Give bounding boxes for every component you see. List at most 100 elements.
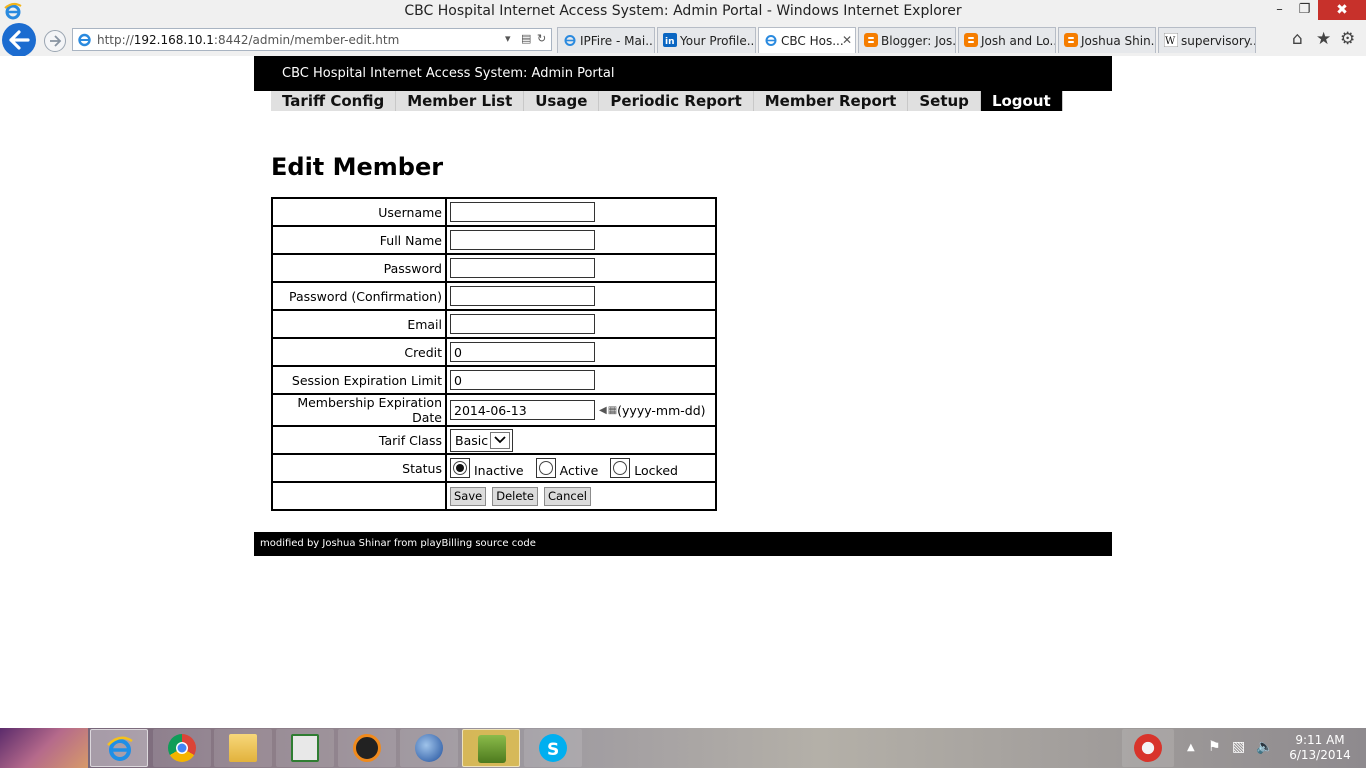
credit-input[interactable]	[450, 342, 595, 362]
close-tab-icon[interactable]: ✕	[842, 33, 852, 47]
username-label: Username	[271, 197, 447, 227]
tab-label: CBC Hos...	[781, 34, 844, 48]
tab-label: Blogger: Jos...	[881, 34, 956, 48]
taskbar-internet-explorer[interactable]	[90, 729, 148, 767]
tab-ipfire[interactable]: IPFire - Mai...	[557, 27, 655, 53]
full-name-input[interactable]	[450, 230, 595, 250]
tarif-class-select[interactable]: Basic	[450, 428, 514, 452]
status-active-label: Active	[559, 463, 599, 478]
address-bar[interactable]: http://192.168.10.1:8442/admin/member-ed…	[72, 28, 552, 51]
menu-usage[interactable]: Usage	[524, 91, 600, 111]
spreadsheet-icon	[291, 734, 319, 762]
tools-gear-icon[interactable]: ⚙	[1340, 29, 1355, 49]
minimize-button[interactable]: –	[1266, 0, 1293, 20]
tab-blogger[interactable]: Blogger: Jos...	[858, 27, 956, 53]
tab-label: supervisory...	[1181, 34, 1256, 48]
membership-expiration-date-input[interactable]	[450, 400, 595, 420]
membership-expiration-date-label: Membership Expiration Date	[271, 393, 447, 427]
system-clock[interactable]: 9:11 AM 6/13/2014	[1282, 733, 1358, 763]
restore-button[interactable]: ❐	[1291, 0, 1318, 20]
tab-cbc-hospital[interactable]: CBC Hos... ✕	[758, 27, 856, 53]
favorites-star-icon[interactable]: ★	[1316, 29, 1331, 49]
wikipedia-icon: W	[1163, 32, 1179, 48]
thunderbird-icon	[415, 734, 443, 762]
status-locked-radio[interactable]	[610, 458, 631, 478]
tab-josh-and-lo[interactable]: Josh and Lo...	[958, 27, 1056, 53]
tab-joshua-shinar[interactable]: Joshua Shin...	[1058, 27, 1156, 53]
chevron-down-icon	[490, 431, 511, 449]
status-inactive-radio[interactable]	[450, 458, 470, 478]
save-button[interactable]: Save	[450, 486, 487, 506]
email-input[interactable]	[450, 314, 595, 334]
tab-label: Joshua Shin...	[1081, 34, 1156, 48]
empty-label-cell	[271, 481, 447, 511]
main-menu: Tariff Config Member List Usage Periodic…	[271, 91, 1063, 111]
taskbar-spreadsheet[interactable]	[276, 729, 334, 767]
taskbar-skype[interactable]: S	[524, 729, 582, 767]
page-title: Edit Member	[271, 153, 444, 181]
chrome-icon	[168, 734, 196, 762]
clock-date: 6/13/2014	[1289, 748, 1351, 762]
portal-footer: modified by Joshua Shinar from playBilli…	[254, 532, 1112, 556]
calendar-icon[interactable]: ▦	[608, 405, 617, 416]
blogger-icon	[1064, 33, 1078, 47]
taskbar-network-app[interactable]	[462, 729, 520, 767]
password-confirmation-input[interactable]	[450, 286, 595, 306]
dropdown-icon[interactable]: ▾	[505, 32, 511, 45]
show-hidden-icons-icon[interactable]: ▲	[1187, 742, 1195, 753]
close-window-button[interactable]: ✖	[1318, 0, 1366, 20]
menu-setup[interactable]: Setup	[908, 91, 981, 111]
network-signal-icon[interactable]: ▧	[1232, 739, 1245, 755]
cancel-button[interactable]: Cancel	[544, 486, 591, 506]
credit-label: Credit	[271, 337, 447, 367]
full-name-label: Full Name	[271, 225, 447, 255]
skype-icon: S	[539, 734, 567, 762]
menu-periodic-report[interactable]: Periodic Report	[599, 91, 754, 111]
tab-label: IPFire - Mai...	[580, 34, 655, 48]
tarif-class-label: Tarif Class	[271, 425, 447, 455]
window-titlebar: CBC Hospital Internet Access System: Adm…	[0, 0, 1366, 22]
volume-icon[interactable]: 🔈	[1256, 739, 1273, 755]
taskbar-chrome[interactable]	[153, 729, 211, 767]
home-icon[interactable]: ⌂	[1292, 29, 1303, 49]
status-radio-group: Inactive Active Locked	[450, 458, 712, 478]
start-area[interactable]	[0, 728, 88, 768]
password-input[interactable]	[450, 258, 595, 278]
taskbar-notification-app[interactable]	[1122, 729, 1174, 767]
status-inactive-label: Inactive	[474, 463, 524, 478]
status-active-radio[interactable]	[535, 458, 556, 478]
portal-header: CBC Hospital Internet Access System: Adm…	[254, 56, 1112, 91]
blogger-icon	[964, 33, 978, 47]
forward-button[interactable]	[44, 30, 66, 52]
status-label: Status	[271, 453, 447, 483]
menu-member-list[interactable]: Member List	[396, 91, 525, 111]
tab-linkedin-profile[interactable]: in Your Profile...	[657, 27, 756, 53]
tab-supervisory[interactable]: W supervisory...	[1158, 27, 1256, 53]
menu-member-report[interactable]: Member Report	[753, 91, 909, 111]
headphones-icon	[353, 734, 381, 762]
menu-tariff-config[interactable]: Tariff Config	[271, 91, 397, 111]
folder-icon	[229, 734, 257, 762]
delete-button[interactable]: Delete	[492, 486, 539, 506]
menu-logout[interactable]: Logout	[980, 91, 1063, 111]
previous-date-icon[interactable]: ◀	[599, 405, 607, 416]
session-expiration-limit-input[interactable]	[450, 370, 595, 390]
tab-label: Josh and Lo...	[981, 34, 1056, 48]
status-locked-label: Locked	[634, 463, 678, 478]
compatibility-view-icon[interactable]: ▤	[521, 32, 531, 45]
username-input[interactable]	[450, 202, 595, 222]
clock-time: 9:11 AM	[1295, 733, 1345, 747]
taskbar-file-explorer[interactable]	[214, 729, 272, 767]
refresh-icon[interactable]: ↻	[537, 32, 546, 45]
taskbar-audio-app[interactable]	[338, 729, 396, 767]
svg-text:in: in	[665, 37, 675, 47]
page-favicon-icon	[77, 32, 92, 50]
windows-taskbar: S ▲ ⚑ ▧ 🔈 9:11 AM 6/13/2014	[0, 728, 1366, 768]
window-title: CBC Hospital Internet Access System: Adm…	[404, 3, 962, 19]
action-center-icon[interactable]: ⚑	[1208, 739, 1221, 755]
blogger-icon	[864, 33, 878, 47]
taskbar-thunderbird[interactable]	[400, 729, 458, 767]
back-button[interactable]	[2, 23, 36, 57]
session-expiration-limit-label: Session Expiration Limit	[271, 365, 447, 395]
tarif-class-value: Basic	[455, 432, 489, 448]
